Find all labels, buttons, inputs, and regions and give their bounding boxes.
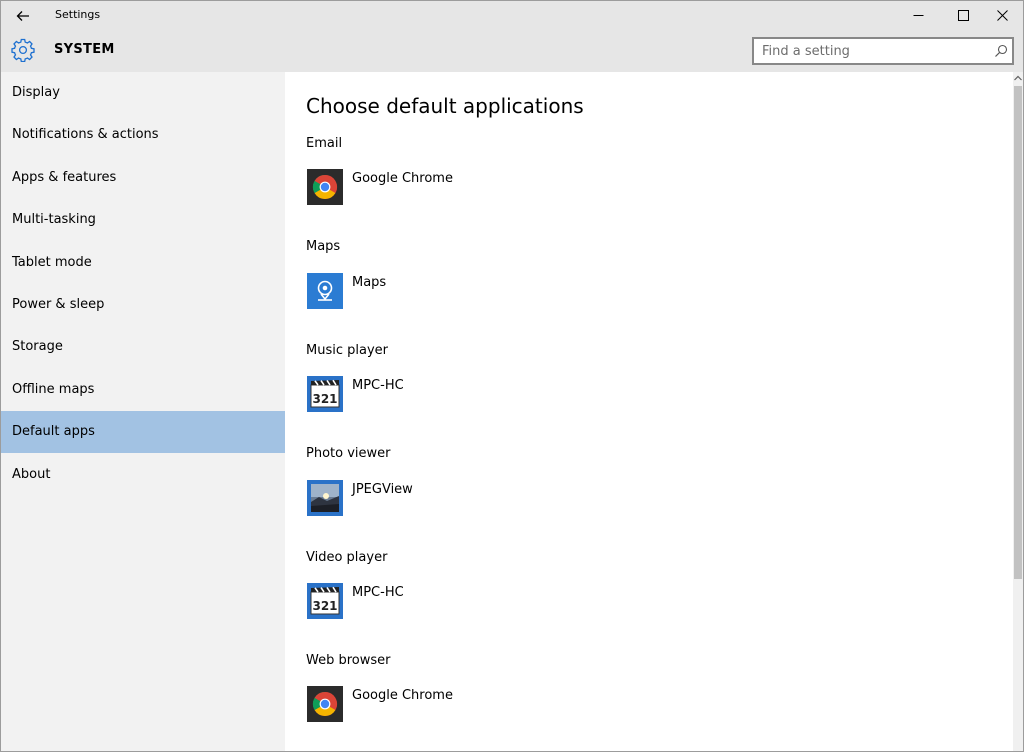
close-icon [996,10,1008,21]
sidebar-item-offline-maps[interactable]: Offline maps [1,369,285,411]
sidebar-item-display[interactable]: Display [1,72,285,114]
search-input[interactable] [754,39,986,63]
jpegview-icon [307,480,343,516]
main-content: Choose default applications Email Google… [285,72,1013,751]
sidebar-item-label: Apps & features [12,170,117,185]
minimize-icon [913,15,923,16]
app-name: MPC-HC [352,378,404,393]
scroll-thumb[interactable] [1014,86,1022,579]
minimize-button[interactable] [895,1,941,30]
sidebar-item-label: About [12,467,51,482]
chrome-icon [307,686,343,722]
section-label-email: Email [306,136,343,151]
scroll-up-button[interactable] [1013,72,1023,84]
section-label-video-player: Video player [306,550,388,565]
sidebar-item-multitasking[interactable]: Multi-tasking [1,199,285,241]
sidebar-item-label: Tablet mode [12,255,92,270]
maximize-icon [957,10,969,21]
sidebar-item-notifications[interactable]: Notifications & actions [1,114,285,156]
default-app-web-browser-button[interactable]: Google Chrome [307,686,547,722]
settings-window: Settings SYSTEM Display No [0,0,1024,752]
sidebar-item-label: Default apps [12,424,95,439]
sidebar-item-tablet-mode[interactable]: Tablet mode [1,242,285,284]
sidebar-item-about[interactable]: About [1,454,285,496]
gear-icon [11,38,35,62]
scrollbar[interactable] [1013,72,1023,751]
section-label-music-player: Music player [306,343,388,358]
sidebar-item-label: Notifications & actions [12,127,159,142]
section-label-photo-viewer: Photo viewer [306,446,391,461]
sidebar-item-label: Offline maps [12,382,95,397]
maps-icon [307,273,343,309]
settings-header: SYSTEM [1,30,1023,72]
sidebar-item-label: Display [12,85,60,100]
app-name: JPEGView [352,482,413,497]
app-name: Maps [352,275,387,290]
title-bar: Settings [1,1,1023,30]
app-name: Google Chrome [352,688,453,703]
sidebar-item-label: Multi-tasking [12,212,96,227]
window-title: Settings [55,8,101,21]
search-box[interactable] [752,37,1014,65]
default-app-video-player-button[interactable]: MPC-HC [307,583,547,619]
sidebar-item-storage[interactable]: Storage [1,326,285,368]
page-title: Choose default applications [306,94,584,118]
sidebar-item-power-sleep[interactable]: Power & sleep [1,284,285,326]
section-label-maps: Maps [306,239,341,254]
app-name: Google Chrome [352,171,453,186]
sidebar: Display Notifications & actions Apps & f… [1,72,285,751]
app-name: MPC-HC [352,585,404,600]
mpc-hc-icon [307,583,343,619]
default-app-photo-viewer-button[interactable]: JPEGView [307,480,547,516]
mpc-hc-icon [307,376,343,412]
page-category-title: SYSTEM [54,42,115,57]
search-icon[interactable] [994,44,1008,58]
back-button[interactable] [7,1,39,30]
chevron-up-icon [1014,75,1022,81]
close-button[interactable] [979,1,1023,30]
default-app-music-player-button[interactable]: MPC-HC [307,376,547,412]
sidebar-item-label: Storage [12,339,63,354]
sidebar-item-apps-features[interactable]: Apps & features [1,157,285,199]
sidebar-item-default-apps[interactable]: Default apps [1,411,285,453]
back-arrow-icon [16,10,29,21]
sidebar-item-label: Power & sleep [12,297,105,312]
section-label-web-browser: Web browser [306,653,391,668]
default-app-maps-button[interactable]: Maps [307,273,547,309]
chrome-icon [307,169,343,205]
default-app-email-button[interactable]: Google Chrome [307,169,547,205]
